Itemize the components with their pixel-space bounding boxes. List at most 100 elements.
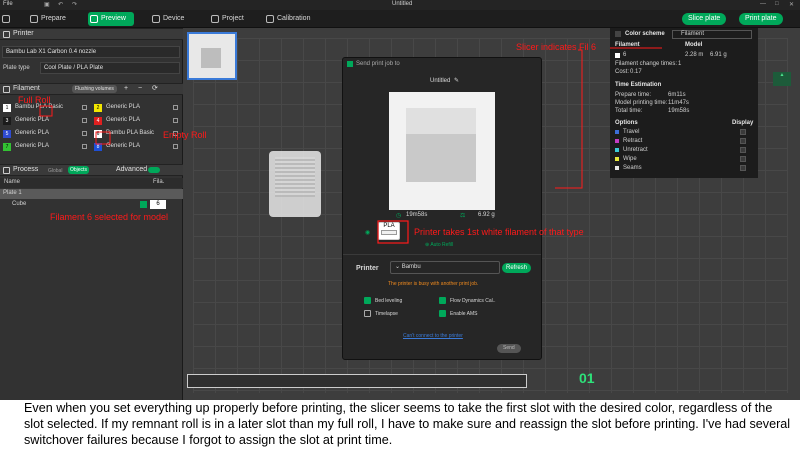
cant-connect-link[interactable]: Can't connect to the printer [403, 333, 463, 339]
print-plate-button[interactable]: Print plate [739, 13, 783, 25]
main-tab-bar: Prepare Preview Device Project Calibrati… [0, 10, 800, 28]
option-label: Seams [623, 165, 642, 171]
dialog-divider [343, 254, 541, 255]
option-color-swatch [615, 157, 619, 161]
material-label: PLA [383, 223, 395, 229]
preview-icon [90, 15, 98, 23]
tab-device[interactable]: Device [150, 12, 184, 26]
printer-icon [3, 31, 10, 38]
flow-calibration-checkbox[interactable] [439, 297, 446, 304]
filament-length: 2.28 m [685, 52, 704, 58]
edit-filament-icon[interactable] [82, 144, 87, 149]
undo-icon[interactable]: ↶ [58, 1, 63, 8]
prepare-time-value: 6m11s [668, 92, 686, 98]
object-checkbox[interactable] [140, 201, 147, 208]
edit-filament-icon[interactable] [82, 131, 87, 136]
options-header: Options [615, 120, 638, 126]
job-name: Untitled [430, 78, 451, 84]
model-column-header: Model [685, 42, 703, 48]
edit-name-icon[interactable]: ✎ [454, 77, 459, 84]
option-display-checkbox[interactable] [740, 138, 746, 144]
maximize-icon[interactable]: □ [775, 1, 779, 7]
remove-filament-icon[interactable]: − [138, 84, 142, 94]
object-row[interactable]: Cube 6 [0, 200, 183, 210]
edit-filament-icon[interactable] [173, 144, 178, 149]
redo-icon[interactable]: ↷ [72, 1, 77, 8]
material-slot-mapping[interactable]: PLA [378, 222, 400, 240]
filament-slot-number[interactable]: 4 [94, 117, 102, 125]
edit-filament-icon[interactable] [82, 118, 87, 123]
color-scheme-label: Color scheme [625, 31, 665, 37]
filament-section-label: Filament [13, 85, 40, 92]
timelapse-checkbox[interactable] [364, 310, 371, 317]
global-toggle[interactable]: Global [48, 166, 62, 176]
send-print-job-dialog: Send print job to Untitled ✎ ◷ 19m58s ⚖ … [342, 57, 542, 360]
object-filament-select[interactable]: 6 [150, 200, 166, 209]
device-icon [152, 15, 160, 23]
preview-cube [406, 108, 476, 182]
plate-thumbnail[interactable] [187, 32, 237, 80]
filament-slot-name: Generic PLA [15, 117, 50, 123]
tab-calibration[interactable]: Calibration [264, 12, 310, 26]
printer-model-value: Bambu Lab X1 Carbon 0.4 nozzle [6, 49, 97, 55]
plate-type-select[interactable]: Cool Plate / PLA Plate [40, 62, 180, 74]
option-label: Wipe [623, 156, 637, 162]
filament-slot-4[interactable]: 4 Generic PLA [92, 115, 181, 126]
color-scheme-select[interactable]: Filament [672, 30, 752, 39]
title-bar: File ▣ ↶ ↷ Untitled — □ ✕ [0, 0, 800, 10]
filament-slot-3[interactable]: 3 Generic PLA [1, 115, 90, 126]
filament-slot-number[interactable]: 8 [94, 143, 102, 151]
option-display-checkbox[interactable] [740, 156, 746, 162]
filament-slot-number[interactable]: 7 [3, 143, 11, 151]
add-filament-icon[interactable]: + [124, 84, 128, 94]
slice-plate-button[interactable]: Slice plate [682, 13, 727, 25]
filament-slot-name: Bambu PLA Basic [106, 130, 155, 136]
objects-toggle[interactable]: Objects [68, 166, 89, 174]
close-icon[interactable]: ✕ [789, 1, 794, 8]
tab-project[interactable]: Project [209, 12, 244, 26]
edit-filament-icon[interactable] [173, 105, 178, 110]
printer-select[interactable]: ⌄ Bambu [390, 261, 500, 274]
filament-slot-number[interactable]: 2 [94, 104, 102, 112]
enable-ams-checkbox[interactable] [439, 310, 446, 317]
auto-refill-link[interactable]: ⊕ Auto Refill [425, 242, 453, 248]
advanced-switch[interactable] [148, 167, 160, 173]
filament-slot-8[interactable]: 8 Generic PLA [92, 141, 181, 152]
layer-slider-top[interactable]: ▲ [773, 72, 791, 86]
filament-slot-number[interactable]: 3 [3, 117, 11, 125]
edit-filament-icon[interactable] [82, 105, 87, 110]
filament-slot-5[interactable]: 5 Generic PLA [1, 128, 90, 139]
printer-select-value: Bambu [401, 264, 421, 270]
tab-prepare[interactable]: Prepare [28, 12, 66, 26]
option-display-checkbox[interactable] [740, 165, 746, 171]
filament-slot-2[interactable]: 2 Generic PLA [92, 102, 181, 113]
edit-filament-icon[interactable] [173, 118, 178, 123]
tab-prepare-label: Prepare [41, 15, 66, 22]
bed-leveling-checkbox[interactable] [364, 297, 371, 304]
printer-model-select[interactable]: Bambu Lab X1 Carbon 0.4 nozzle [2, 46, 180, 58]
filament-slot-7[interactable]: 7 Generic PLA [1, 141, 90, 152]
save-icon[interactable]: ▣ [44, 1, 50, 8]
file-menu[interactable]: File [3, 1, 13, 7]
option-color-swatch [615, 148, 619, 152]
option-display-checkbox[interactable] [740, 147, 746, 153]
refresh-button[interactable]: Refresh [502, 263, 532, 273]
bambu-studio-window: File ▣ ↶ ↷ Untitled — □ ✕ Prepare Previe… [0, 0, 800, 400]
slice-info-panel: Color scheme Filament Filament Model 6 2… [610, 28, 758, 178]
filament-slot-number[interactable]: 6 [94, 130, 102, 138]
tab-preview[interactable]: Preview [88, 12, 134, 26]
plate-row[interactable]: Plate 1 [0, 189, 183, 199]
home-tab[interactable] [0, 12, 13, 26]
sync-icon[interactable]: ⟳ [152, 84, 158, 94]
filament-slot-name: Generic PLA [106, 117, 141, 123]
option-display-checkbox[interactable] [740, 129, 746, 135]
flushing-volumes-button[interactable]: Flushing volumes [72, 85, 117, 93]
filament-slot-number[interactable]: 5 [3, 130, 11, 138]
annotation-slicer-indicates: Slicer indicates Fil 6 [516, 42, 597, 52]
print-object-cube[interactable] [269, 151, 321, 217]
send-button[interactable]: Send [497, 344, 521, 353]
collapse-icon[interactable] [615, 31, 621, 37]
filament-slot-number[interactable]: 1 [3, 104, 11, 112]
flow-calibration-label: Flow Dynamics Cal.. [450, 298, 496, 304]
minimize-icon[interactable]: — [760, 1, 766, 7]
